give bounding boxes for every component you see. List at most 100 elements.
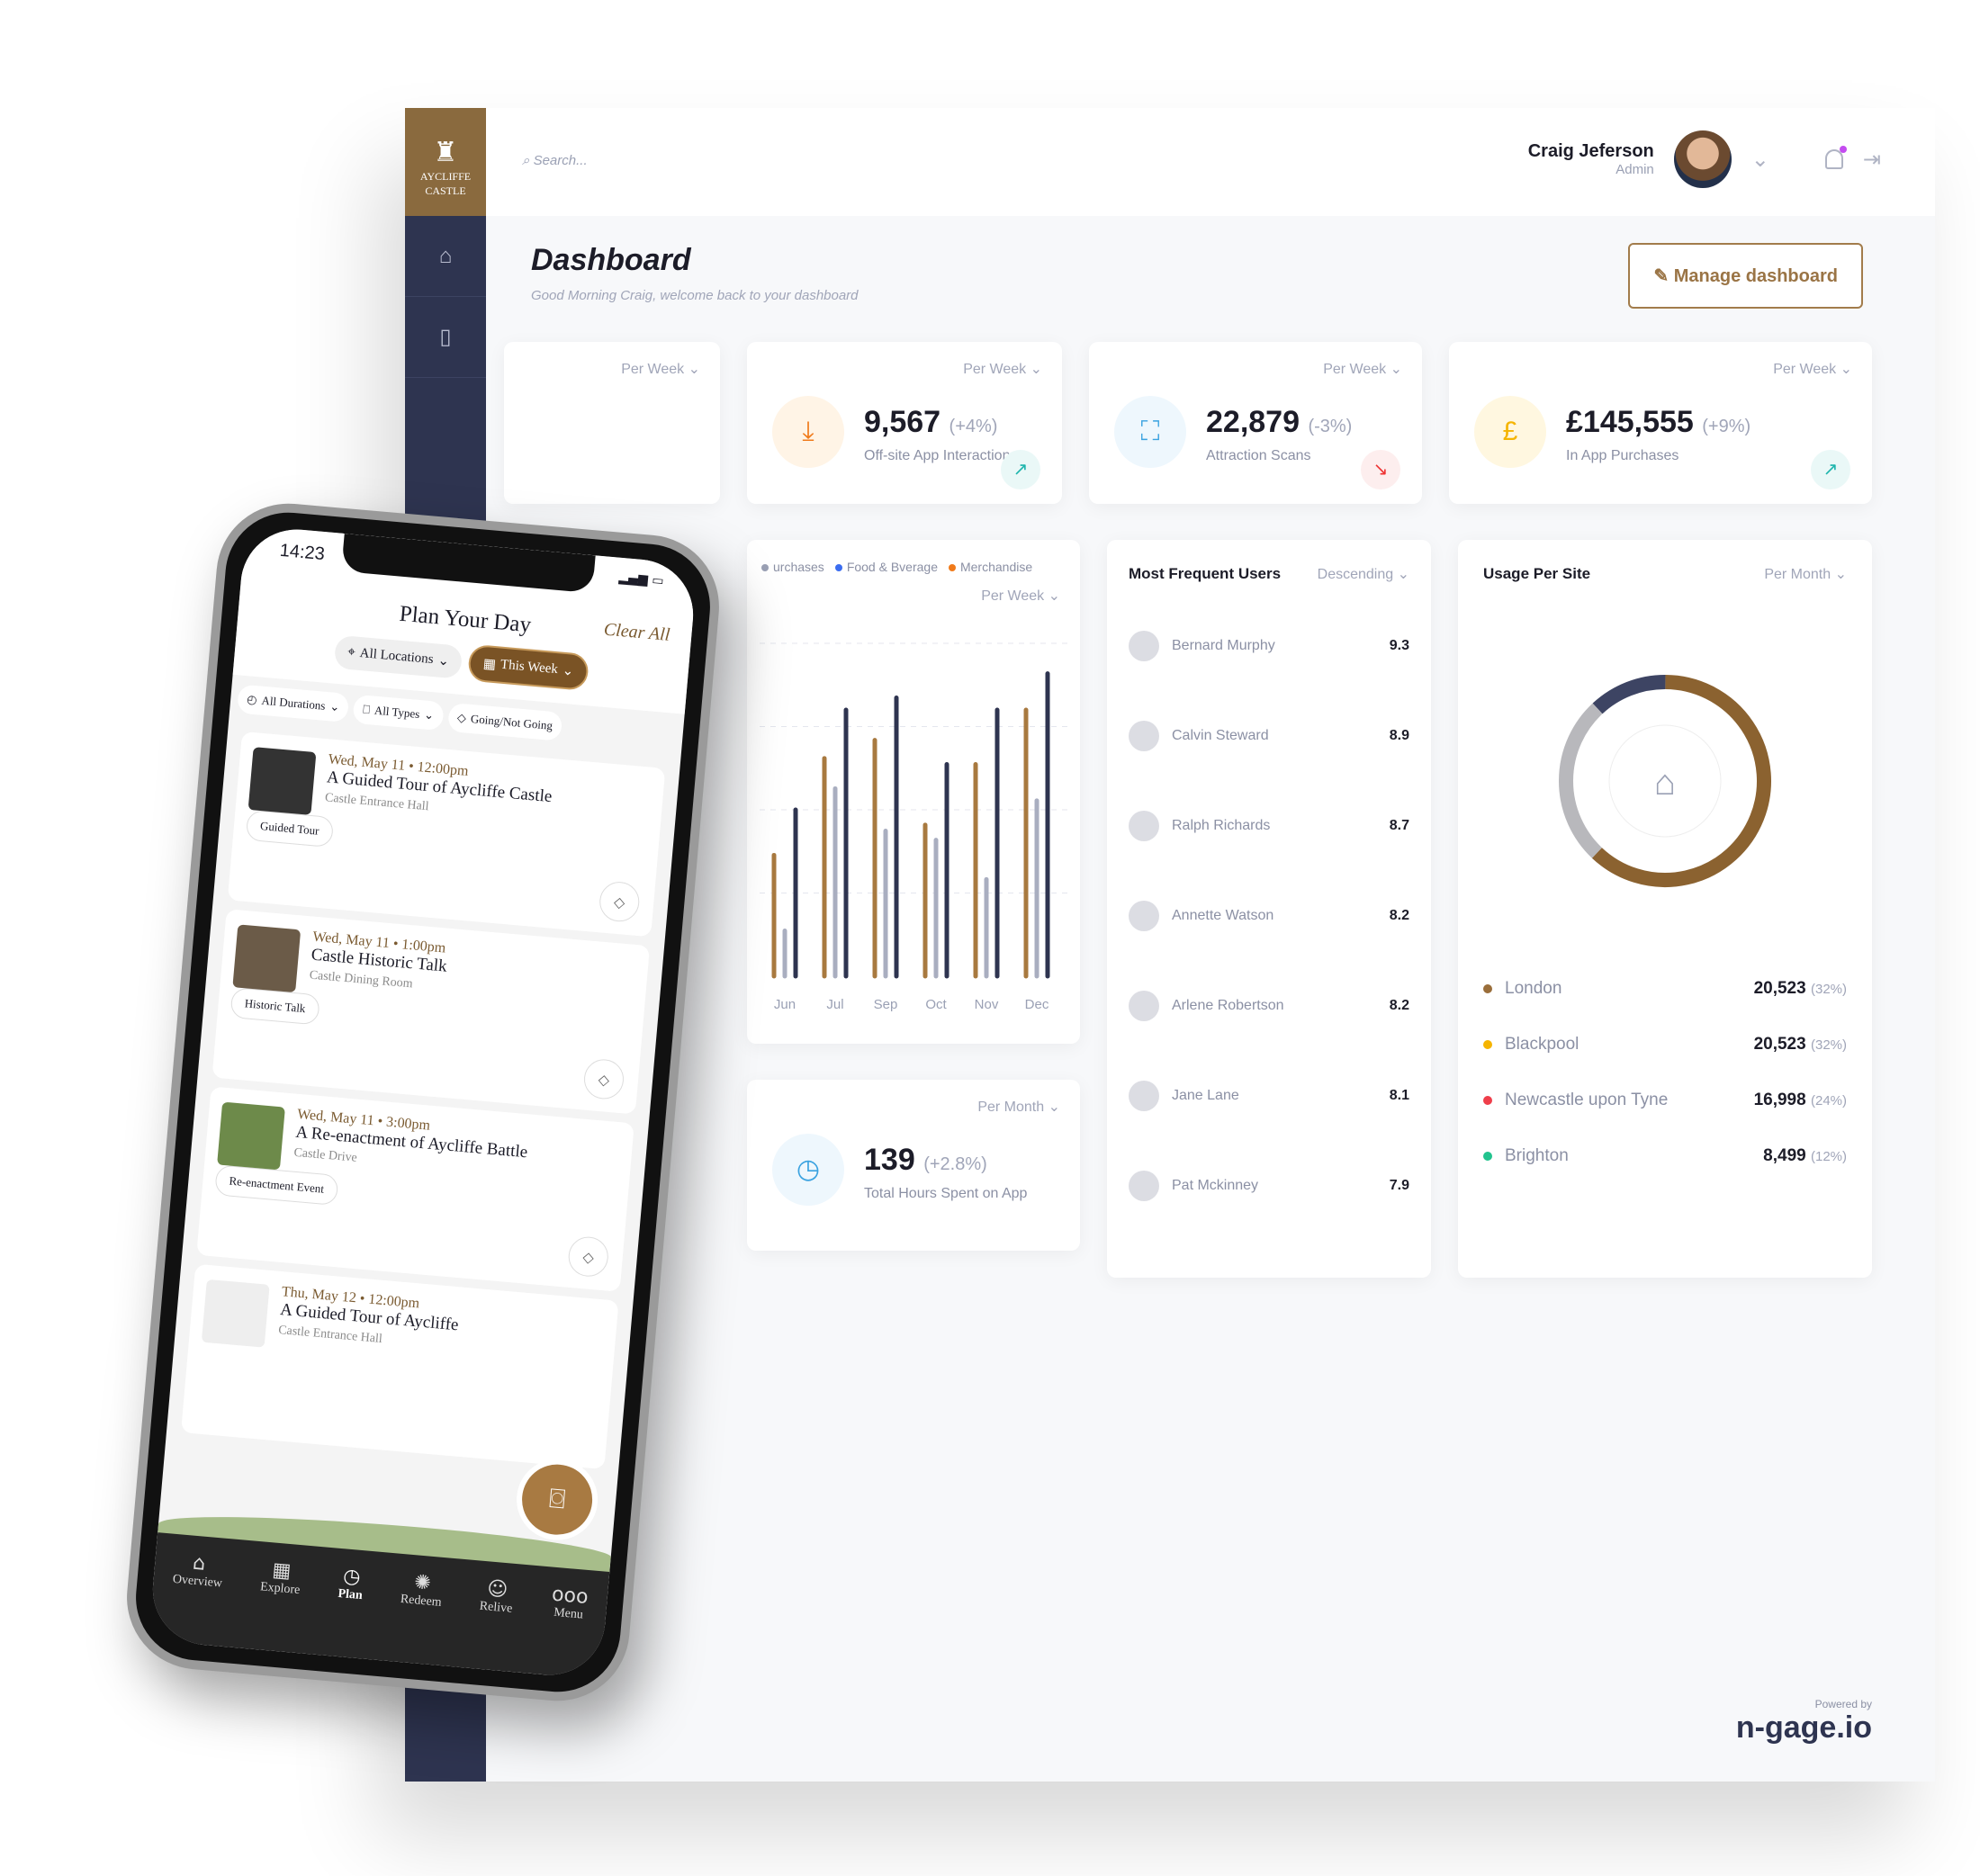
user-row[interactable]: Bernard Murphy 9.3 <box>1129 601 1409 691</box>
week-dropdown[interactable]: ▦ This Week ⌄ <box>467 643 590 692</box>
site-percent: (32%) <box>1810 1037 1847 1053</box>
stat-change: (+9%) <box>1702 417 1751 436</box>
stat-value: £145,555 <box>1566 405 1694 439</box>
ticket-icon: ◇ <box>456 710 467 725</box>
building-icon: ⌂ <box>1654 763 1676 803</box>
pound-icon: £ <box>1474 396 1546 468</box>
event-card[interactable]: Thu, May 12 • 12:00pm A Guided Tour of Ay… <box>180 1263 619 1470</box>
period-dropdown[interactable]: Per Week ⌄ <box>1323 360 1402 378</box>
stat-card-offsite: Per Week ⌄ ⤓ 9,567 (+4%) Off-site App In… <box>747 342 1062 504</box>
nav-label: Redeem <box>400 1592 443 1610</box>
logout-icon[interactable]: ⇥ <box>1863 147 1881 173</box>
site-value: 20,523 (32%) <box>1754 1035 1847 1055</box>
period-dropdown[interactable]: Per Week ⌄ <box>981 587 1060 605</box>
site-dot <box>1483 1040 1492 1049</box>
stat-card: Per Week ⌄ <box>504 342 720 504</box>
stat-label: In App Purchases <box>1566 448 1679 463</box>
donut-chart: ⌂ <box>1559 675 1771 887</box>
search-icon: ⌕ <box>522 153 534 168</box>
nav-relive[interactable]: ☺ Relive <box>474 1577 515 1672</box>
bell-icon[interactable] <box>1824 146 1847 169</box>
chart-legend: urchases Food & Bverage Merchandise <box>761 560 1032 574</box>
user-name: Jane Lane <box>1172 1088 1239 1103</box>
site-row: Brighton 8,499 (12%) <box>1483 1128 1847 1184</box>
period-dropdown[interactable]: Per Month ⌄ <box>977 1098 1060 1116</box>
event-card[interactable]: Wed, May 11 • 12:00pm A Guided Tour of Ay… <box>227 731 666 938</box>
usage-per-site-card: Usage Per Site Per Month ⌄ ⌂ London 20,523… <box>1458 540 1872 1278</box>
explore-icon: ▦ <box>271 1558 292 1584</box>
card-title: Most Frequent Users <box>1129 565 1282 582</box>
period-dropdown[interactable]: Per Month ⌄ <box>1764 565 1847 583</box>
signal-wifi-battery-icon: ▂▄▆ ▭ <box>617 570 665 589</box>
user-row[interactable]: Arlene Robertson 8.2 <box>1129 961 1409 1051</box>
ticket-icon[interactable]: ◇ <box>566 1234 610 1279</box>
user-row[interactable]: Pat Mckinney 7.9 <box>1129 1141 1409 1231</box>
nav-menu[interactable]: ooo Menu <box>544 1584 589 1678</box>
trend-up-icon: ↗ <box>1001 450 1040 489</box>
menu-icon: ooo <box>551 1583 590 1610</box>
period-dropdown[interactable]: Per Week ⌄ <box>621 360 700 378</box>
user-name: Annette Watson <box>1172 908 1274 923</box>
sort-dropdown[interactable]: Descending ⌄ <box>1318 565 1409 583</box>
user-name: Pat Mckinney <box>1172 1178 1259 1193</box>
users-list: Bernard Murphy 9.3 Calvin Steward 8.9 Ralph … <box>1129 601 1409 1231</box>
search-input[interactable]: ⌕ Search... <box>522 153 588 168</box>
nav-explore[interactable]: ▦ Explore <box>255 1557 302 1652</box>
stat-value: 9,567 <box>864 405 941 439</box>
nav-label: Relive <box>479 1599 513 1616</box>
user-avatar-icon <box>1129 811 1159 841</box>
chevron-down-icon[interactable]: ⌄ <box>1751 147 1769 173</box>
period-dropdown[interactable]: Per Week ⌄ <box>1773 360 1852 378</box>
types-filter[interactable]: ⎕ All Types ⌄ <box>352 694 445 732</box>
page-subtitle: Good Morning Craig, welcome back to your… <box>531 288 859 303</box>
user-name: Bernard Murphy <box>1172 638 1275 653</box>
stat-value: 139 <box>864 1143 915 1177</box>
powered-by: Powered by n-gage.io <box>1736 1698 1872 1746</box>
user-avatar-icon <box>1129 991 1159 1021</box>
user-row[interactable]: Calvin Steward 8.9 <box>1129 691 1409 781</box>
locations-dropdown[interactable]: ⌖ All Locations ⌄ <box>333 634 464 679</box>
brand-logo: ♜ AYCLIFFE CASTLE <box>405 108 486 216</box>
avatar[interactable] <box>1673 130 1732 188</box>
nav-redeem[interactable]: ✺ Redeem <box>395 1570 445 1665</box>
x-tick-label: Jul <box>826 997 843 1012</box>
event-thumbnail <box>248 747 317 815</box>
going-filter[interactable]: ◇ Going/Not Going <box>446 702 563 741</box>
ticket-icon[interactable]: ◇ <box>598 880 642 924</box>
user-row[interactable]: Annette Watson 8.2 <box>1129 871 1409 961</box>
user-score: 8.9 <box>1389 728 1409 743</box>
phone-mockup: 14:23 ▂▄▆ ▭ Plan Your Day Clear All ⌖ All… <box>121 498 725 1707</box>
legend-label: urchases <box>773 560 824 574</box>
legend-label: Merchandise <box>959 560 1033 574</box>
camera-scan-button[interactable]: ⌼ <box>513 1455 601 1544</box>
site-percent: (32%) <box>1810 982 1847 997</box>
book-icon[interactable]: ▯ <box>405 297 486 378</box>
stat-label: Total Hours Spent on App <box>864 1186 1028 1201</box>
event-card[interactable]: Wed, May 11 • 1:00pm Castle Historic Talk… <box>212 909 651 1115</box>
home-icon[interactable]: ⌂ <box>405 216 486 297</box>
search-placeholder: Search... <box>533 153 588 168</box>
event-card[interactable]: Wed, May 11 • 3:00pm A Re-enactment of Ay… <box>196 1086 634 1292</box>
stat-change: (-3%) <box>1308 417 1353 436</box>
manage-dashboard-button[interactable]: ✎ Manage dashboard <box>1628 243 1863 309</box>
user-row[interactable]: Ralph Richards 8.7 <box>1129 781 1409 871</box>
castle-icon: ♜ <box>433 138 458 167</box>
user-avatar-icon <box>1129 901 1159 931</box>
site-name: Brighton <box>1505 1146 1569 1165</box>
user-menu[interactable]: Craig Jeferson Admin ⌄ ⇥ <box>1528 130 1881 188</box>
event-thumbnail <box>201 1279 270 1348</box>
brand-logo-text: n-gage.io <box>1735 1710 1872 1745</box>
period-dropdown[interactable]: Per Week ⌄ <box>963 360 1042 378</box>
purchases-chart-card: urchases Food & Bverage Merchandise Per We… <box>747 540 1080 1044</box>
durations-filter[interactable]: ◴ All Durations ⌄ <box>236 684 350 723</box>
user-avatar-icon <box>1129 631 1159 661</box>
site-count: 16,998 <box>1753 1091 1806 1109</box>
nav-plan[interactable]: ◷ Plan <box>332 1565 364 1658</box>
nav-overview[interactable]: ⌂ Overview <box>167 1550 225 1646</box>
x-tick-label: Nov <box>975 997 999 1012</box>
ticket-icon[interactable]: ◇ <box>582 1057 626 1101</box>
user-row[interactable]: Jane Lane 8.1 <box>1129 1051 1409 1141</box>
bar-chart: Jun Jul Sep Oct Nov Dec <box>760 642 1067 1012</box>
site-count: 20,523 <box>1753 979 1806 998</box>
x-tick-label: Dec <box>1025 997 1049 1012</box>
